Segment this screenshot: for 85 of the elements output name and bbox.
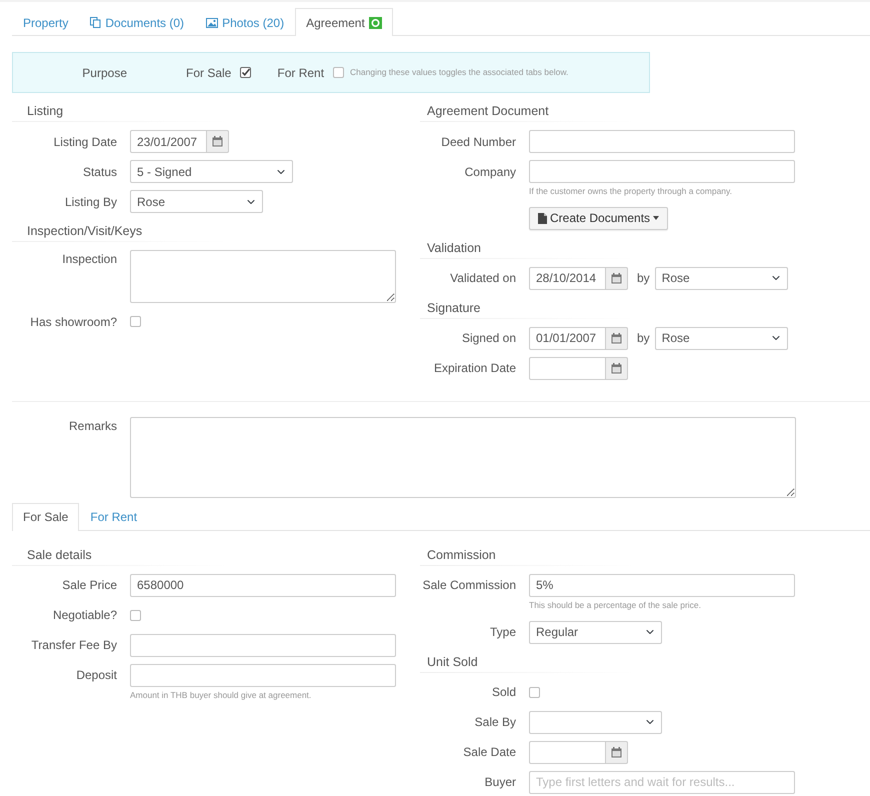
help-text: This should be a percentage of the sale price. xyxy=(529,600,701,610)
text-area[interactable] xyxy=(130,250,396,303)
circle-badge-icon xyxy=(368,16,382,28)
tab[interactable]: Photos (20) xyxy=(195,8,296,36)
checked-checkbox[interactable] xyxy=(240,67,252,78)
select-field[interactable]: Rose xyxy=(654,266,788,290)
calendar-icon xyxy=(611,332,622,344)
field-label: Negotiable? xyxy=(52,608,117,622)
field-label: Signed on xyxy=(462,331,516,346)
field-label: Expiration Date xyxy=(434,361,516,376)
calendar-button[interactable] xyxy=(606,740,628,764)
field-label: by xyxy=(637,270,650,288)
date-field[interactable]: 28/10/2014 xyxy=(529,266,606,290)
file-icon xyxy=(538,212,547,224)
calendar-button[interactable] xyxy=(606,326,628,350)
field-label: Deposit xyxy=(76,668,117,682)
field-label: Sale Date xyxy=(463,745,516,759)
select-field[interactable]: Rose xyxy=(654,326,788,350)
calendar-button[interactable] xyxy=(606,356,628,380)
select-field[interactable] xyxy=(529,710,662,734)
date-field[interactable] xyxy=(529,740,606,764)
text-field[interactable] xyxy=(130,634,396,657)
text-field[interactable]: 5% xyxy=(529,574,795,597)
field-label: Status xyxy=(82,164,117,178)
select-field[interactable]: 5 - Signed xyxy=(130,160,293,183)
calendar-icon xyxy=(611,272,622,284)
checkbox-label: For Rent xyxy=(277,64,324,82)
field-label: Sold xyxy=(492,685,516,699)
field-label: Type xyxy=(490,625,516,639)
tab[interactable]: For Sale xyxy=(12,502,80,531)
field-label: Has showroom? xyxy=(30,314,117,328)
date-field[interactable]: 23/01/2007 xyxy=(130,130,207,153)
help-text: If the customer owns the property through a company. xyxy=(529,186,732,196)
calendar-icon xyxy=(611,746,622,758)
help-text: Amount in THB buyer should give at agreement. xyxy=(130,690,312,700)
section-heading: Inspection/Visit/Keys xyxy=(27,224,142,238)
image-icon xyxy=(206,18,218,28)
field-label: by xyxy=(637,330,650,348)
checkbox[interactable] xyxy=(529,686,540,698)
field-label: Purpose xyxy=(81,64,127,82)
tab[interactable]: Agreement xyxy=(295,8,393,36)
select-field[interactable]: Rose xyxy=(130,190,263,213)
text-field[interactable] xyxy=(529,160,795,183)
text-field[interactable] xyxy=(529,130,795,153)
field-label: Sale By xyxy=(474,715,516,729)
caret-icon xyxy=(653,216,660,220)
checkbox[interactable] xyxy=(130,316,141,327)
field-label: Buyer xyxy=(484,775,516,789)
section-heading: Validation xyxy=(427,240,481,255)
field-label: Transfer Fee By xyxy=(31,638,117,652)
copy-icon xyxy=(90,17,102,28)
field-label: Listing Date xyxy=(54,134,117,148)
section-heading: Listing xyxy=(27,104,64,118)
checkbox[interactable] xyxy=(130,610,141,621)
help-text: Changing these values toggles the associated tabs below. xyxy=(350,66,568,79)
calendar-icon xyxy=(212,136,223,147)
section-heading: Commission xyxy=(427,548,496,562)
field-label: Sale Commission xyxy=(422,578,516,592)
section-heading: Unit Sold xyxy=(427,654,478,668)
select-field[interactable]: Regular xyxy=(529,620,662,644)
checkbox[interactable] xyxy=(333,67,344,78)
section-heading: Sale details xyxy=(27,548,92,562)
text-field[interactable] xyxy=(130,664,396,687)
section-heading: Agreement Document xyxy=(427,104,549,118)
section-heading: Signature xyxy=(427,300,481,315)
remarks-field[interactable] xyxy=(130,416,796,498)
calendar-icon xyxy=(611,362,622,374)
checkbox-label: For Sale xyxy=(186,64,232,82)
field-label: Validated on xyxy=(450,271,516,286)
calendar-button[interactable] xyxy=(606,266,628,290)
tab[interactable]: For Rent xyxy=(79,502,148,531)
field-label: Inspection xyxy=(62,252,117,266)
field-label: Sale Price xyxy=(62,578,117,592)
field-label: Remarks xyxy=(68,418,117,433)
text-field[interactable]: Type first letters and wait for results... xyxy=(529,770,795,794)
field-label: Listing By xyxy=(64,194,117,208)
text-field[interactable]: 6580000 xyxy=(130,574,396,597)
field-label: Deed Number xyxy=(441,134,516,148)
field-label: Company xyxy=(464,164,516,178)
date-field[interactable]: 01/01/2007 xyxy=(529,326,606,350)
tab[interactable]: Documents (0) xyxy=(79,8,196,36)
date-field[interactable] xyxy=(529,356,606,380)
calendar-button[interactable] xyxy=(207,130,229,153)
create-documents-button[interactable]: Create Documents xyxy=(529,206,668,230)
tab[interactable]: Property xyxy=(12,8,80,36)
